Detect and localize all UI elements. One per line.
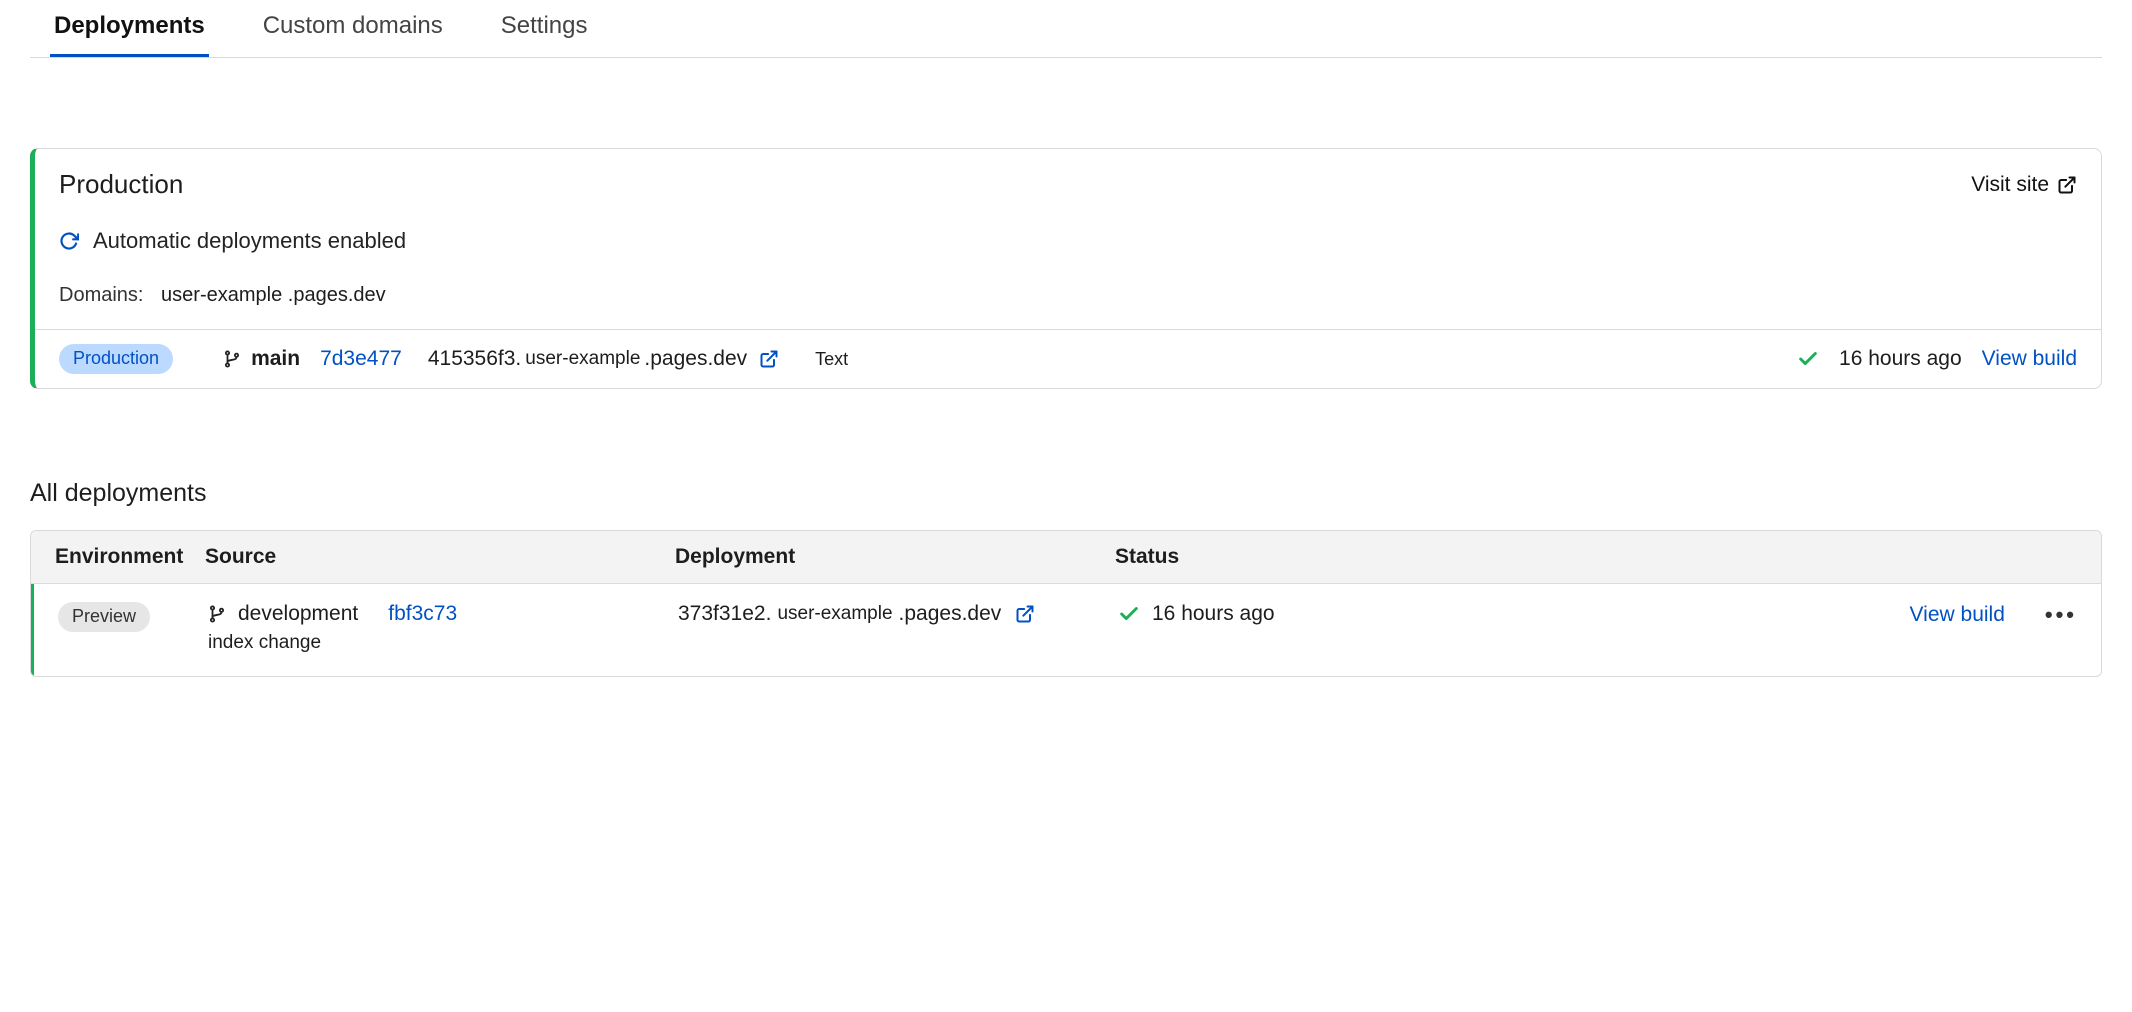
production-title: Production	[59, 169, 183, 200]
more-actions-button[interactable]: •••	[2045, 602, 2077, 628]
visit-site-label: Visit site	[1971, 173, 2049, 197]
col-status: Status	[1115, 545, 1405, 569]
col-source: Source	[205, 545, 675, 569]
external-link-icon	[759, 349, 779, 369]
visit-site-link[interactable]: Visit site	[1971, 173, 2077, 197]
deployments-table: Environment Source Deployment Status Pre…	[30, 530, 2102, 677]
commit-message: index change	[208, 632, 678, 654]
tabs: Deployments Custom domains Settings	[30, 0, 2102, 58]
deployment-host-prefix: 373f31e2.	[678, 602, 771, 626]
branch-name: development	[238, 602, 358, 626]
commit-link[interactable]: 7d3e477	[320, 347, 402, 371]
git-branch-icon	[223, 350, 241, 368]
auto-deploy-label: Automatic deployments enabled	[93, 228, 406, 254]
deployment-host-sub: user-example	[777, 603, 892, 625]
deployment-time: 16 hours ago	[1839, 347, 1962, 371]
refresh-icon	[59, 231, 79, 251]
text-label: Text	[815, 349, 848, 370]
production-current-deploy-row: Production main 7d3e477 415356f3. user-e…	[35, 329, 2101, 388]
production-card: Production Visit site Automatic deployme…	[30, 148, 2102, 389]
tab-settings[interactable]: Settings	[497, 0, 592, 57]
table-row: Preview development fbf3c73 index change…	[31, 584, 2101, 676]
git-branch-icon	[208, 605, 226, 623]
check-icon	[1118, 603, 1140, 625]
external-link-icon	[2057, 175, 2077, 195]
tab-custom-domains[interactable]: Custom domains	[259, 0, 447, 57]
external-link-icon	[1015, 604, 1035, 624]
deployment-host-sub: user-example	[525, 348, 640, 370]
deployment-host-suffix: .pages.dev	[644, 347, 747, 371]
env-badge-production: Production	[59, 344, 173, 374]
domain-value[interactable]: user-example .pages.dev	[161, 284, 386, 306]
deployment-host-suffix: .pages.dev	[899, 602, 1002, 626]
domain-sub: user-example	[161, 284, 282, 306]
deployment-host-prefix: 415356f3.	[428, 347, 521, 371]
view-build-link[interactable]: View build	[1910, 603, 2005, 627]
col-deployment: Deployment	[675, 545, 1115, 569]
all-deployments-heading: All deployments	[30, 479, 2102, 508]
tab-deployments[interactable]: Deployments	[50, 0, 209, 57]
commit-link[interactable]: fbf3c73	[388, 602, 457, 626]
deployment-url[interactable]: 373f31e2. user-example .pages.dev	[678, 602, 1118, 626]
domain-suffix: .pages.dev	[288, 284, 386, 306]
deployment-time: 16 hours ago	[1152, 602, 1275, 626]
env-badge-preview: Preview	[58, 602, 150, 632]
check-icon	[1797, 348, 1819, 370]
branch: main	[223, 347, 300, 371]
domains-label: Domains:	[59, 284, 143, 306]
deployment-url[interactable]: 415356f3. user-example .pages.dev	[422, 347, 779, 371]
table-header: Environment Source Deployment Status	[31, 531, 2101, 584]
col-environment: Environment	[55, 545, 205, 569]
view-build-link[interactable]: View build	[1982, 347, 2077, 371]
branch-name: main	[251, 347, 300, 371]
